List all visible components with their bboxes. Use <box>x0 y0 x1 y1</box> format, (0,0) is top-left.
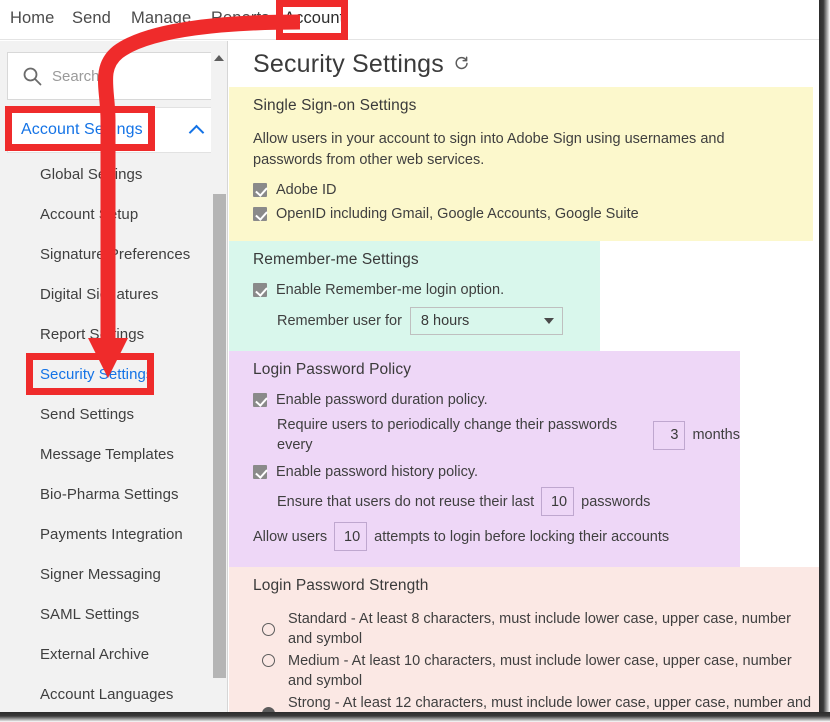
sidebar-group-label: Account Settings <box>21 121 143 138</box>
sidebar-scrollbar[interactable] <box>211 41 227 722</box>
checkbox-label-openid: OpenID including Gmail, Google Accounts,… <box>276 206 639 222</box>
checkbox-password-duration[interactable] <box>253 393 267 407</box>
sidebar-item-account-languages[interactable]: Account Languages <box>0 674 211 714</box>
search-input[interactable] <box>52 67 202 85</box>
checkbox-label-password-history: Enable password history policy. <box>276 464 479 480</box>
sidebar-item-digital-signatures[interactable]: Digital Signatures <box>0 274 211 314</box>
login-attempts-text-before: Allow users <box>253 528 328 545</box>
radio-standard[interactable] <box>262 622 275 636</box>
checkbox-row-adobe-id[interactable]: Adobe ID <box>229 179 813 201</box>
radio-label-medium: Medium - At least 10 characters, must in… <box>288 653 792 689</box>
sidebar-scrollbar-thumb[interactable] <box>213 194 226 678</box>
checkbox-row-openid[interactable]: OpenID including Gmail, Google Accounts,… <box>229 203 813 225</box>
login-attempts-count-input[interactable]: 10 <box>334 522 368 551</box>
checkbox-row-password-history[interactable]: Enable password history policy. <box>229 461 740 483</box>
search-icon <box>22 66 42 86</box>
chevron-up-icon[interactable] <box>190 125 206 135</box>
login-attempts-row: Allow users 10 attempts to login before … <box>229 522 740 551</box>
checkbox-label-adobe-id: Adobe ID <box>276 182 337 198</box>
password-duration-months-input[interactable]: 3 <box>653 420 686 450</box>
radio-row-medium[interactable]: Medium - At least 10 characters, must in… <box>229 651 819 691</box>
application-window: Home Send Manage Reports Account Account… <box>0 0 830 722</box>
sidebar: Account Settings Global Settings Account… <box>0 41 228 722</box>
refresh-icon[interactable] <box>453 55 470 77</box>
section-remember-me: Remember-me Settings Enable Remember-me … <box>229 241 600 351</box>
sidebar-item-saml-settings[interactable]: SAML Settings <box>0 594 211 634</box>
password-duration-text-after: months <box>692 427 740 443</box>
section-title-sso: Single Sign-on Settings <box>253 97 417 114</box>
password-duration-text-before: Require users to periodically change the… <box>277 417 618 453</box>
password-history-row: Ensure that users do not reuse their las… <box>229 487 740 516</box>
checkbox-enable-remember-me[interactable] <box>253 283 267 297</box>
sidebar-group-account-settings[interactable]: Account Settings <box>7 107 221 153</box>
sidebar-item-signature-preferences[interactable]: Signature Preferences <box>0 234 211 274</box>
nav-tab-send[interactable]: Send <box>72 9 111 28</box>
window-frame-bottom <box>0 712 830 722</box>
checkbox-password-history[interactable] <box>253 465 267 479</box>
checkbox-adobe-id[interactable] <box>253 183 267 197</box>
sidebar-item-message-templates[interactable]: Message Templates <box>0 434 211 474</box>
page-title: Security Settings <box>253 49 444 78</box>
window-frame-right <box>819 0 830 722</box>
search-box[interactable] <box>7 52 221 100</box>
checkbox-row-password-duration[interactable]: Enable password duration policy. <box>229 389 740 411</box>
section-title-password-strength: Login Password Strength <box>253 577 429 594</box>
remember-duration-label: Remember user for <box>277 313 402 329</box>
remember-duration-row: Remember user for 8 hours <box>229 307 600 335</box>
checkbox-openid[interactable] <box>253 207 267 221</box>
top-navigation-bar: Home Send Manage Reports Account <box>0 0 819 40</box>
section-description-sso: Allow users in your account to sign into… <box>253 131 725 168</box>
main-content: Security Settings Single Sign-on Setting… <box>229 41 819 722</box>
sidebar-item-signer-messaging[interactable]: Signer Messaging <box>0 554 211 594</box>
password-history-text-before: Ensure that users do not reuse their las… <box>277 493 535 510</box>
section-login-password-strength: Login Password Strength Standard - At le… <box>229 567 819 722</box>
checkbox-row-enable-remember-me[interactable]: Enable Remember-me login option. <box>229 279 600 301</box>
section-title-password-policy: Login Password Policy <box>253 361 412 378</box>
chevron-down-icon[interactable] <box>543 318 554 324</box>
nav-tab-home[interactable]: Home <box>10 9 54 28</box>
nav-tab-reports[interactable]: Reports <box>211 9 269 28</box>
sidebar-item-bio-pharma-settings[interactable]: Bio-Pharma Settings <box>0 474 211 514</box>
sidebar-item-report-settings[interactable]: Report Settings <box>0 314 211 354</box>
triangle-up-icon[interactable] <box>213 51 225 63</box>
section-single-sign-on: Single Sign-on Settings Allow users in y… <box>229 87 813 241</box>
remember-duration-select[interactable]: 8 hours <box>409 307 563 335</box>
section-login-password-policy: Login Password Policy Enable password du… <box>229 351 740 567</box>
sidebar-item-send-settings[interactable]: Send Settings <box>0 394 211 434</box>
sidebar-item-account-setup[interactable]: Account Setup <box>0 194 211 234</box>
login-attempts-text-after: attempts to login before locking their a… <box>374 528 670 545</box>
password-duration-row: Require users to periodically change the… <box>229 415 740 455</box>
sidebar-item-security-settings[interactable]: Security Settings <box>0 354 211 394</box>
password-history-text-after: passwords <box>581 493 651 510</box>
sidebar-nav-list: Global Settings Account Setup Signature … <box>0 154 211 714</box>
sidebar-item-external-archive[interactable]: External Archive <box>0 634 211 674</box>
sidebar-item-payments-integration[interactable]: Payments Integration <box>0 514 211 554</box>
nav-tab-account-underline <box>281 37 343 40</box>
radio-medium[interactable] <box>262 654 275 667</box>
nav-tab-account[interactable]: Account <box>284 9 344 28</box>
remember-duration-value: 8 hours <box>420 313 470 329</box>
page-title-row: Security Settings <box>229 41 819 87</box>
password-history-count-input[interactable]: 10 <box>541 487 575 516</box>
section-title-remember-me: Remember-me Settings <box>253 251 419 268</box>
radio-row-standard[interactable]: Standard - At least 8 characters, must i… <box>229 609 819 649</box>
nav-tab-manage[interactable]: Manage <box>131 9 191 28</box>
checkbox-label-password-duration: Enable password duration policy. <box>276 392 488 408</box>
sidebar-item-global-settings[interactable]: Global Settings <box>0 154 211 194</box>
checkbox-label-enable-remember-me: Enable Remember-me login option. <box>276 282 505 298</box>
radio-label-standard: Standard - At least 8 characters, must i… <box>288 611 791 647</box>
